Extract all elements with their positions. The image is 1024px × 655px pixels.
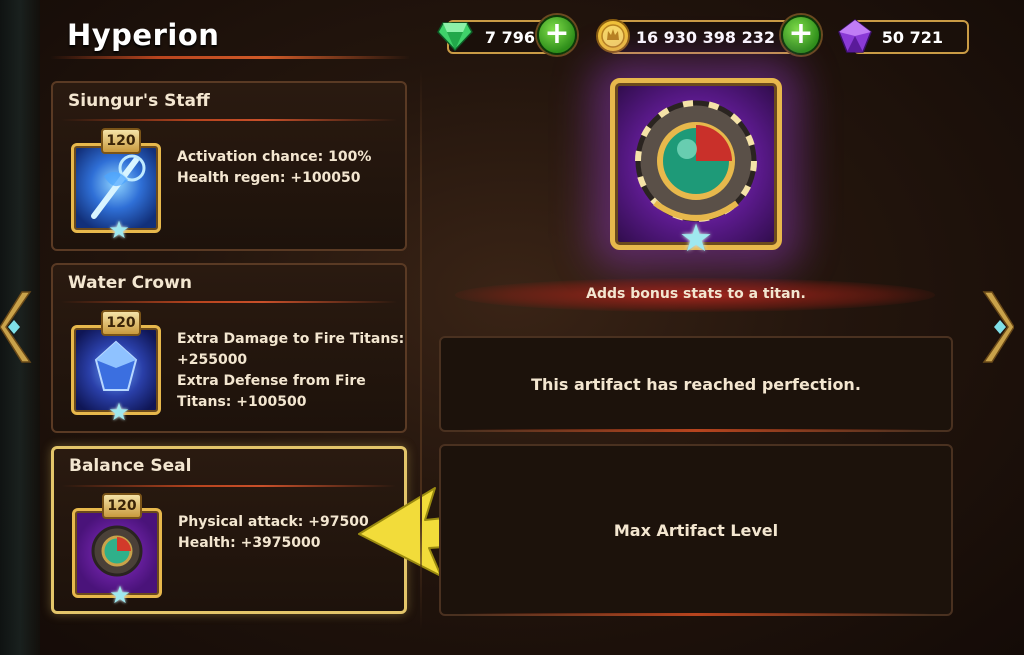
artifact-stats: Physical attack: +97500 Health: +3975000 [178,512,369,554]
plus-icon: + [544,16,570,51]
stat-line: Titans: +100500 [177,394,307,410]
perfection-panel: This artifact has reached perfection. [439,336,953,432]
star-icon: ★ [109,581,131,609]
titanite-amount: 50 721 [881,27,943,47]
star-icon: ★ [108,398,130,426]
purple-crystal-icon [838,19,872,53]
card-separator [61,301,397,303]
gold-counter: 16 930 398 232 [609,20,803,54]
max-level-text: Max Artifact Level [613,520,779,540]
stat-line: Extra Damage to Fire Titans: [177,331,405,347]
title-underline [50,56,410,59]
artifact-card-water-crown[interactable]: Water Crown 120 ★ Extra Damage to Fire T… [51,263,407,433]
artifact-card-balance-seal[interactable]: Balance Seal 120 ★ Physical attack: +975… [51,446,407,614]
perfection-text: This artifact has reached perfection. [531,374,861,394]
stat-line: Health: +3975000 [178,535,321,551]
gold-amount: 16 930 398 232 [635,27,775,47]
artifact-name: Siungur's Staff [68,91,210,111]
stat-line: Extra Defense from Fire [177,373,366,389]
artifact-card-siungurs-staff[interactable]: Siungur's Staff 120 ★ Activation chance:… [51,81,407,251]
star-icon: ★ [108,216,130,244]
chevron-right-icon[interactable] [980,290,1014,364]
artifact-description: Adds bonus stats to a titan. [586,286,806,302]
panel-divider [420,70,422,630]
page-title: Hyperion [67,18,220,52]
artifact-icon-frame: 120 ★ [71,128,161,242]
emerald-amount: 7 796 [484,27,535,47]
add-emeralds-button[interactable]: + [537,15,577,55]
stat-line: +255000 [177,352,248,368]
card-separator [62,485,396,487]
artifact-icon-frame: 120 ★ [72,493,162,607]
stat-line: Physical attack: +97500 [178,514,369,530]
artifact-name: Balance Seal [69,456,192,476]
card-separator [61,119,397,121]
artifact-stats: Extra Damage to Fire Titans: +255000 Ext… [177,329,404,413]
max-level-panel: Max Artifact Level [439,444,953,616]
selected-artifact-icon: ★ [610,78,782,257]
artifact-icon-frame: 120 ★ [71,310,161,424]
stat-line: Health regen: +100050 [177,170,361,186]
chevron-left-icon[interactable] [0,290,34,364]
plus-icon: + [788,16,814,51]
artifact-name: Water Crown [68,273,192,293]
emerald-icon [437,22,473,51]
star-icon: ★ [679,216,714,260]
stat-line: Activation chance: 100% [177,149,372,165]
artifact-stats: Activation chance: 100% Health regen: +1… [177,147,371,189]
add-gold-button[interactable]: + [781,15,821,55]
gold-coin-icon [596,19,630,53]
